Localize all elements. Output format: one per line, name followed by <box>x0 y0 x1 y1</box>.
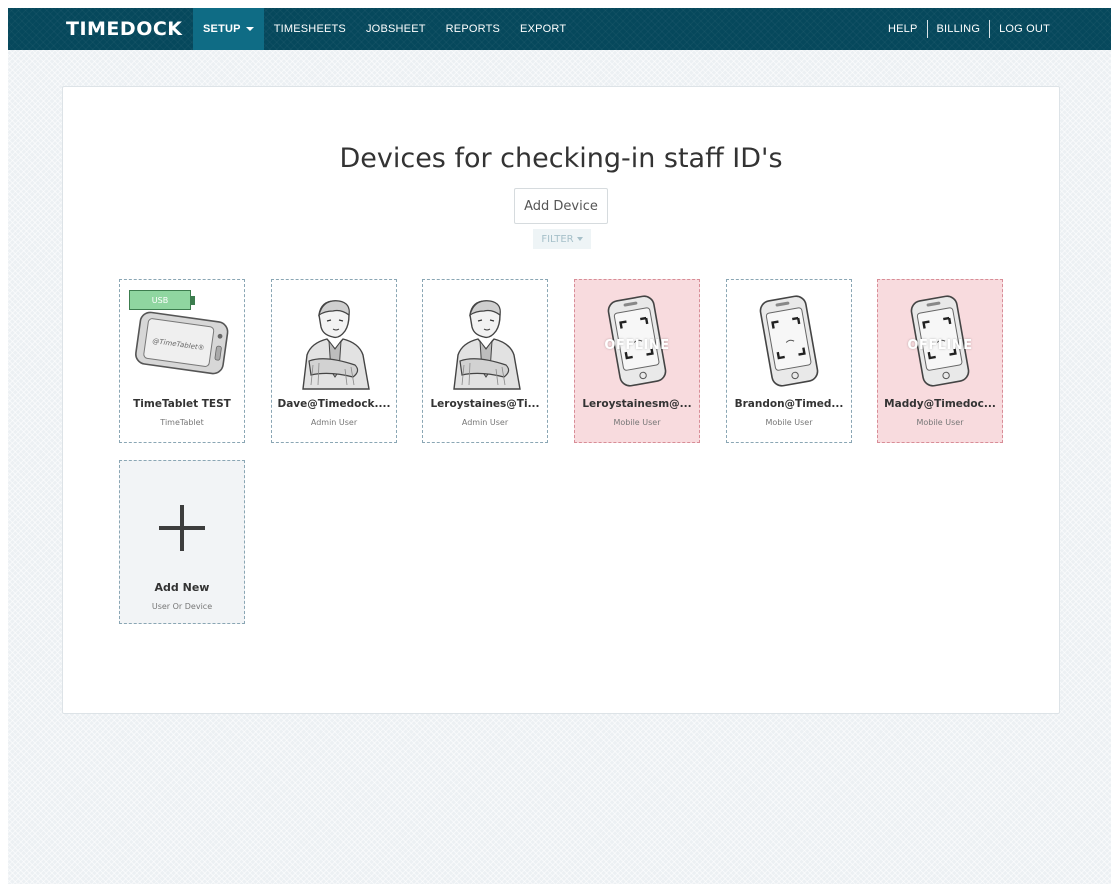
chevron-down-icon <box>245 27 254 31</box>
timedock-logo[interactable]: TIMEDOCK <box>66 18 183 40</box>
device-name: Leroystainesm@... <box>582 398 692 410</box>
nav-billing[interactable]: BILLING <box>928 8 990 50</box>
admin-user-icon <box>423 288 547 394</box>
offline-overlay: OFFLINE <box>907 338 973 353</box>
device-card-timetablet[interactable]: USB @TimeTablet® TimeTablet TEST TimeTab… <box>119 279 245 443</box>
window-frame-left <box>0 0 8 884</box>
device-card-mobile-user-offline[interactable]: OFFLINE Maddy@Timedoc... Mobile User <box>877 279 1003 443</box>
add-new-subtitle: User Or Device <box>151 602 213 611</box>
device-card-admin-user[interactable]: Leroystaines@Ti... Admin User <box>422 279 548 443</box>
nav-timesheets[interactable]: TIMESHEETS <box>264 8 356 50</box>
mobile-phone-icon <box>727 288 851 394</box>
nav-setup-label: SETUP <box>203 23 241 35</box>
plus-icon <box>120 483 244 573</box>
device-name: Maddy@Timedoc... <box>884 398 996 410</box>
device-card-mobile-user[interactable]: Brandon@Timed... Mobile User <box>726 279 852 443</box>
device-type: Mobile User <box>916 418 964 427</box>
usb-badge: USB <box>129 290 195 310</box>
device-name: Leroystaines@Ti... <box>430 398 540 410</box>
device-name: Brandon@Timed... <box>734 398 844 410</box>
nav-setup[interactable]: SETUP <box>193 8 264 50</box>
add-new-card[interactable]: Add New User Or Device <box>119 460 245 624</box>
filter-button[interactable]: FILTER <box>533 229 591 249</box>
device-type: Admin User <box>461 418 509 427</box>
add-device-button[interactable]: Add Device <box>514 188 608 224</box>
device-card-admin-user[interactable]: Dave@Timedock.... Admin User <box>271 279 397 443</box>
device-name: TimeTablet TEST <box>133 398 231 410</box>
nav-divider <box>926 20 928 38</box>
nav-log-out[interactable]: LOG OUT <box>990 8 1059 50</box>
nav-reports[interactable]: REPORTS <box>436 8 510 50</box>
top-navbar: TIMEDOCK SETUP TIMESHEETS JOBSHEET REPOR… <box>8 8 1111 50</box>
nav-left-menu: SETUP TIMESHEETS JOBSHEET REPORTS EXPORT <box>193 8 576 50</box>
devices-panel: Devices for checking-in staff ID's Add D… <box>62 86 1060 714</box>
device-name: Dave@Timedock.... <box>277 398 391 410</box>
nav-divider <box>989 20 991 38</box>
device-type: TimeTablet <box>160 418 204 427</box>
window-frame-top <box>0 0 1111 8</box>
nav-right-menu: HELP BILLING LOG OUT <box>879 8 1059 50</box>
page-title: Devices for checking-in staff ID's <box>339 143 783 174</box>
add-new-title: Add New <box>154 581 210 594</box>
chevron-down-icon <box>576 237 583 241</box>
device-card-mobile-user-offline[interactable]: OFFLINE Leroystainesm@... Mobile User <box>574 279 700 443</box>
device-type: Mobile User <box>765 418 813 427</box>
nav-help[interactable]: HELP <box>879 8 927 50</box>
device-type: Admin User <box>310 418 358 427</box>
nav-jobsheet[interactable]: JOBSHEET <box>356 8 436 50</box>
filter-label: FILTER <box>541 233 574 245</box>
offline-overlay: OFFLINE <box>604 338 670 353</box>
nav-export[interactable]: EXPORT <box>510 8 576 50</box>
device-type: Mobile User <box>613 418 661 427</box>
admin-user-icon <box>272 288 396 394</box>
